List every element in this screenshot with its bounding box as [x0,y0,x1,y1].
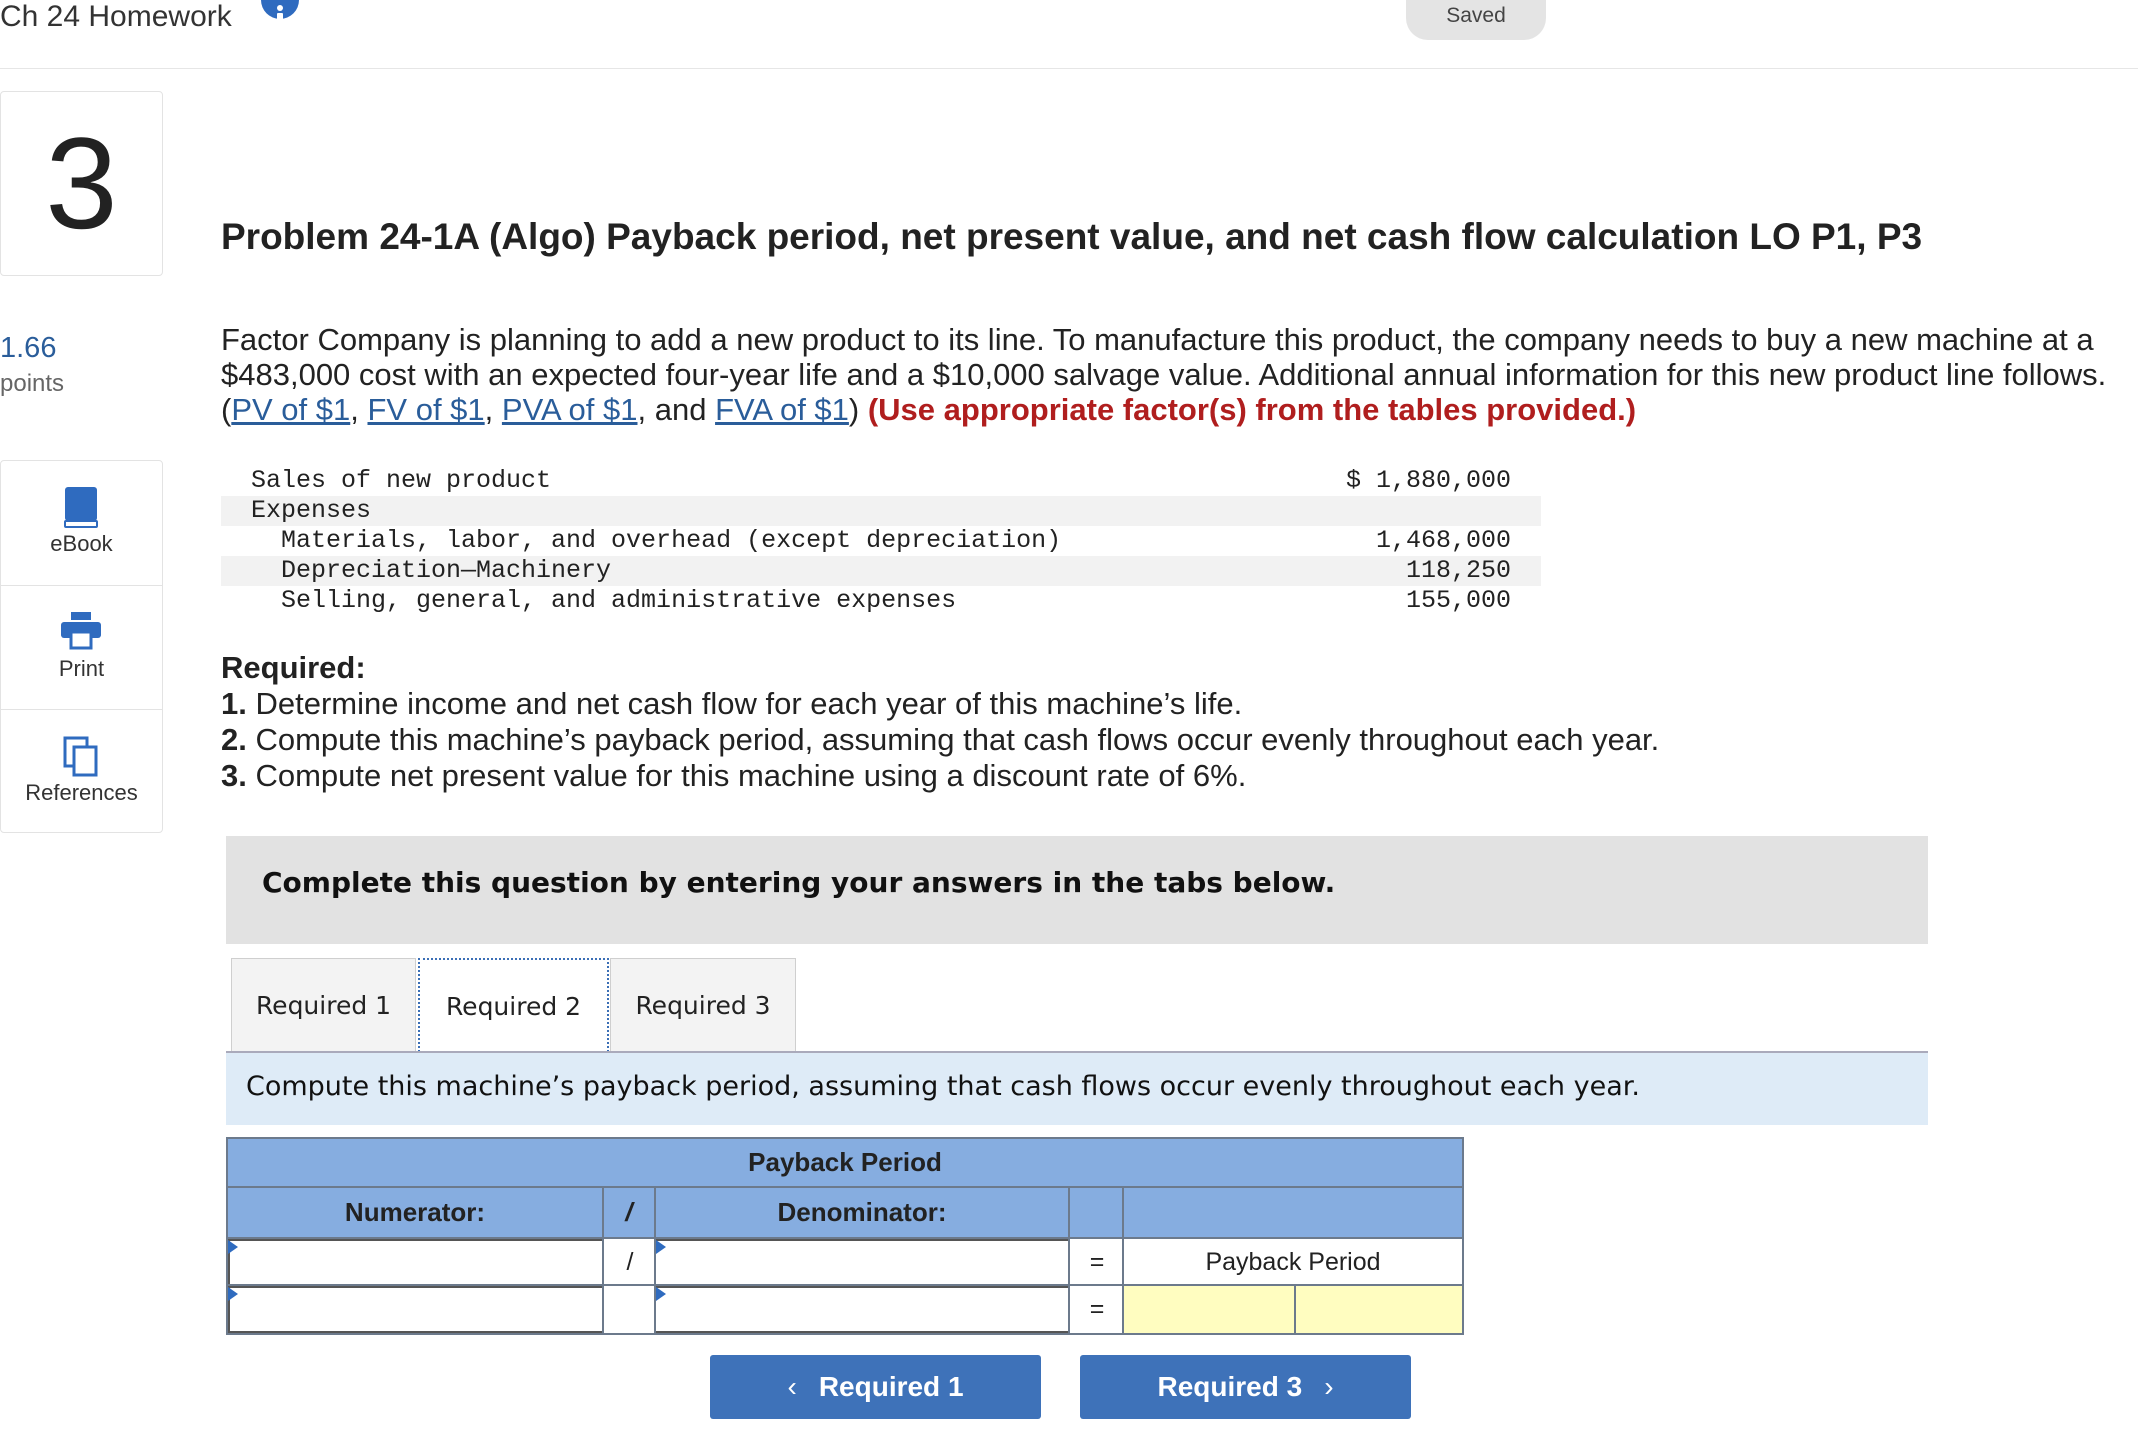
book-icon [64,487,98,528]
required-heading: Required: [221,650,366,685]
table-row: Sales of new product $ 1,880,000 [221,466,1541,496]
pv-of-1-link[interactable]: PV of $1 [231,392,350,427]
print-button[interactable]: Print [1,585,162,709]
saved-status-badge: Saved [1406,0,1546,40]
factor-instruction: (Use appropriate factor(s) from the tabl… [867,392,1637,427]
fv-of-1-link[interactable]: FV of $1 [367,392,484,427]
prev-required-button[interactable]: ‹ Required 1 [710,1355,1041,1419]
separator: , and [637,392,716,427]
result-header [1124,1188,1462,1237]
row-label: Selling, general, and administrative exp… [281,586,957,615]
top-bar: Ch 24 Homework Saved [0,0,2138,69]
denominator-header: Denominator: [656,1188,1068,1237]
divide-header: / [604,1188,654,1237]
prompt-text: Compute this machine’s payback period, a… [246,1071,1640,1102]
grid-divider [228,1237,1462,1239]
print-label: Print [58,656,105,681]
divide-sign: / [626,1248,634,1276]
equals-sign: = [1089,1295,1105,1323]
payback-period-table: Payback Period Numerator: / Denominator:… [226,1137,1464,1335]
pva-of-1-link[interactable]: PVA of $1 [502,392,638,427]
copy-pages-icon [63,736,98,777]
equals-sign: = [1089,1248,1105,1276]
required-item: 2. Compute this machine’s payback period… [221,722,1659,758]
printer-icon [61,612,101,650]
row-value: 1,468,000 [1375,526,1511,555]
tab-required-3[interactable]: Required 3 [610,958,796,1052]
result-label: Payback Period [1205,1248,1381,1276]
row-label: Expenses [251,496,372,525]
required-section: Required: 1. Determine income and net ca… [221,650,1659,794]
input-marker-icon [656,1240,666,1254]
payback-result-input-b[interactable] [1296,1286,1462,1333]
grid-divider [654,1186,656,1333]
numerator-input-1[interactable] [228,1239,604,1286]
payback-result-input-a[interactable] [1124,1286,1294,1333]
info-circle-icon[interactable] [259,0,301,36]
problem-title: Problem 24-1A (Algo) Payback period, net… [221,216,1923,257]
grid-divider [228,1186,1462,1188]
input-marker-icon [228,1287,238,1301]
input-marker-icon [228,1240,238,1254]
separator: , [484,392,502,427]
chevron-right-icon: › [1324,1371,1334,1402]
grid-divider [602,1186,604,1333]
next-button-label: Required 3 [1157,1371,1303,1402]
grid-divider [1122,1186,1124,1333]
item-number: 3. [221,758,247,793]
prompt-box: Compute this machine’s payback period, a… [226,1053,1928,1125]
prev-button-label: Required 1 [818,1371,964,1402]
item-text: Determine income and net cash flow for e… [246,686,1243,721]
row-value: 118,250 [1405,556,1511,585]
tools-panel: eBook Print References [0,460,163,833]
tab-required-2[interactable]: Required 2 [418,958,609,1052]
table-row: Depreciation—Machinery 118,250 [221,556,1541,586]
item-text: Compute this machine’s payback period, a… [246,722,1660,757]
tab-required-1[interactable]: Required 1 [231,958,416,1052]
equals-header [1070,1188,1122,1237]
required-item: 3. Compute net present value for this ma… [221,758,1659,794]
points-value: 1.66 [0,332,57,364]
product-data-table: Sales of new product $ 1,880,000 Expense… [221,466,1541,616]
instructions-text: Complete this question by entering your … [262,866,1336,899]
item-text: Compute net present value for this machi… [246,758,1247,793]
separator: , [350,392,368,427]
problem-description: Factor Company is planning to add a new … [221,322,2116,427]
points-label: points [0,370,65,397]
separator: ) [848,392,868,427]
table-row: Expenses [221,496,1541,526]
row-label: Materials, labor, and overhead (except d… [281,526,1062,555]
grid-divider [1294,1284,1296,1333]
row-value: 155,000 [1405,586,1511,615]
fva-of-1-link[interactable]: FVA of $1 [715,392,849,427]
numerator-header: Numerator: [228,1188,602,1237]
grid-divider [228,1284,1462,1286]
ebook-button[interactable]: eBook [1,461,162,585]
item-number: 1. [221,686,247,721]
question-number: 3 [45,110,118,256]
item-number: 2. [221,722,247,757]
references-button[interactable]: References [1,709,162,833]
assignment-title: Ch 24 Homework [0,0,232,33]
grid-divider [1068,1186,1070,1333]
row-value: $ 1,880,000 [1345,466,1511,495]
instructions-box: Complete this question by entering your … [226,836,1928,944]
numerator-input-2[interactable] [228,1286,604,1333]
denominator-input-1[interactable] [654,1239,1070,1286]
references-label: References [25,780,138,805]
divide-sign-empty [604,1286,656,1333]
table-row: Selling, general, and administrative exp… [221,586,1541,616]
payback-title: Payback Period [228,1139,1462,1186]
next-required-button[interactable]: Required 3 › [1080,1355,1411,1419]
table-row: Materials, labor, and overhead (except d… [221,526,1541,556]
denominator-input-2[interactable] [654,1286,1070,1333]
chevron-left-icon: ‹ [787,1371,797,1402]
row-label: Sales of new product [251,466,552,495]
ebook-label: eBook [50,531,113,556]
input-marker-icon [656,1287,666,1301]
required-item: 1. Determine income and net cash flow fo… [221,686,1659,722]
row-label: Depreciation—Machinery [281,556,612,585]
